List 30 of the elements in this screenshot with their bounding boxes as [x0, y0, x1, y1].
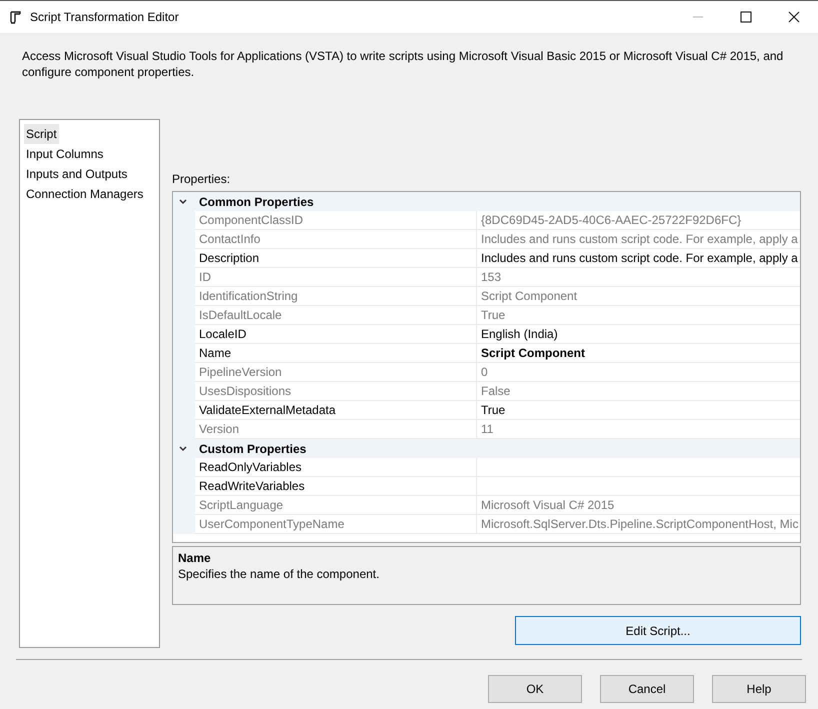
description-text: Access Microsoft Visual Studio Tools for Applications (VSTA) to write scripts using Microsoft Visual Basic 2015 or Microsoft Visual C# 2015, and configure component properties. [21, 48, 784, 81]
section-title: Common Properties [199, 194, 314, 210]
chevron-icon[interactable] [178, 196, 188, 206]
properties-label: Properties: [172, 171, 232, 187]
close-icon[interactable] [788, 11, 800, 23]
chevron-icon[interactable] [178, 444, 188, 454]
dialog-button[interactable]: OK [488, 675, 582, 703]
property-value[interactable]: Script Component [477, 344, 800, 363]
help-title: Name [178, 550, 211, 566]
property-name[interactable]: ReadOnlyVariables [195, 458, 477, 477]
dialog-button[interactable]: Cancel [600, 675, 694, 703]
section-title: Custom Properties [199, 440, 306, 458]
property-value[interactable]: Includes and runs custom script code. For example, apply a [477, 249, 800, 268]
edit-script-button[interactable]: Edit Script... [515, 616, 801, 645]
dialog-button[interactable]: Help [712, 675, 806, 703]
property-name[interactable]: ReadWriteVariables [195, 477, 477, 496]
property-name[interactable]: ValidateExternalMetadata [195, 401, 477, 420]
property-value[interactable]: English (India) [477, 325, 800, 344]
page-list-item[interactable]: Inputs and Outputs [24, 164, 130, 184]
script-icon [8, 10, 22, 24]
property-name[interactable]: Description [195, 249, 477, 268]
window-title: Script Transformation Editor [30, 9, 179, 26]
property-name[interactable]: Name [195, 344, 477, 363]
property-name[interactable]: LocaleID [195, 325, 477, 344]
property-value[interactable]: True [477, 401, 800, 420]
maximize-icon[interactable] [740, 11, 752, 23]
page-list-item[interactable]: Input Columns [24, 144, 106, 164]
help-text: Specifies the name of the component. [178, 566, 380, 582]
page-list-item[interactable]: Connection Managers [24, 184, 146, 204]
page-list-item[interactable]: Script [24, 124, 59, 144]
